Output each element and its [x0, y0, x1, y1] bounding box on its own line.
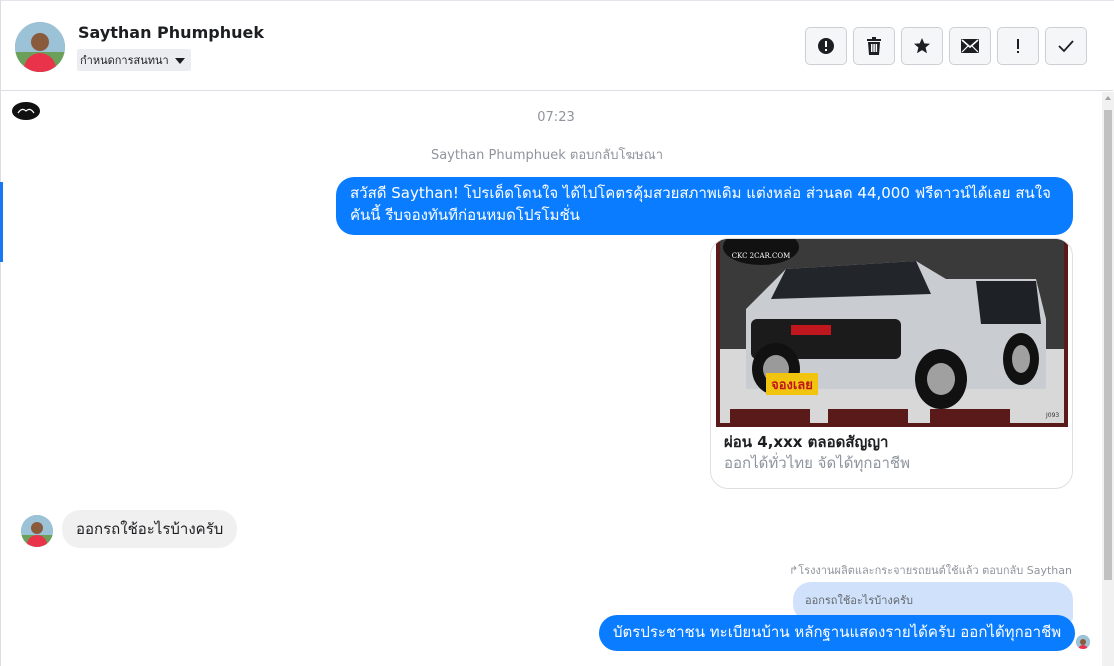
sender-avatar — [21, 515, 53, 547]
contact-avatar[interactable] — [15, 22, 65, 72]
ad-reply-notice: Saythan Phumphuek ตอบกลับโฆษณา — [430, 148, 664, 163]
contact-name[interactable]: Saythan Phumphuek — [78, 23, 264, 42]
seen-indicator-avatar — [1076, 635, 1090, 649]
outgoing-message[interactable]: บัตรประชาชน ทะเบียนบ้าน หลักฐานแสดงรายได… — [599, 615, 1076, 651]
ad-card[interactable]: CKC 2CAR.COM จองเลย J093 ผ่อน 4,xxx ตลอด… — [710, 238, 1073, 489]
caret-down-icon — [174, 58, 185, 64]
assign-conversation-dropdown[interactable]: กำหนดการสนทนา — [77, 49, 191, 71]
message-timestamp: 07:23 — [537, 110, 575, 125]
outgoing-message[interactable]: สวัสดี Saythan! โปรเด็ดโดนใจ ได้ไปโคตรคุ… — [336, 177, 1073, 235]
star-button[interactable] — [901, 27, 943, 65]
alert-circle-icon — [818, 38, 834, 54]
conversation-header: Saythan Phumphuek กำหนดการสนทนา — [1, 1, 1113, 91]
follow-up-button[interactable] — [997, 27, 1039, 65]
ad-car-image: CKC 2CAR.COM จองเลย J093 — [716, 239, 1068, 427]
reply-arrow-icon: ↱ — [789, 564, 799, 577]
ad-image-watermark: CKC 2CAR.COM — [732, 252, 791, 260]
scroll-up-arrow-icon[interactable] — [1105, 96, 1111, 100]
incoming-message[interactable]: ออกรถใช้อะไรบ้างครับ — [62, 510, 238, 548]
conversation-actions — [805, 27, 1087, 65]
envelope-icon — [961, 39, 979, 53]
thread-scrollbar[interactable] — [1102, 92, 1114, 666]
scrollbar-thumb[interactable] — [1104, 110, 1112, 580]
assign-conversation-label: กำหนดการสนทนา — [80, 54, 169, 67]
mark-done-button[interactable] — [1045, 27, 1087, 65]
mark-unread-button[interactable] — [949, 27, 991, 65]
trash-icon — [867, 37, 881, 55]
checkmark-icon — [1058, 40, 1074, 53]
ad-image-code: J093 — [1045, 412, 1059, 419]
exclamation-icon — [1017, 39, 1019, 53]
message-thread: 07:23 Saythan Phumphuek ตอบกลับโฆษณา สวั… — [1, 92, 1101, 666]
delete-button[interactable] — [853, 27, 895, 65]
reply-context-text: โรงงานผลิตและกระจายรถยนต์ใช้แล้ว ตอบกลับ… — [798, 564, 1072, 577]
spam-button[interactable] — [805, 27, 847, 65]
reply-context-label: ↱โรงงานผลิตและกระจายรถยนต์ใช้แล้ว ตอบกลั… — [789, 561, 1072, 579]
star-icon — [914, 38, 930, 54]
ad-image-stamp: จองเลย — [771, 378, 813, 393]
ad-card-subtitle: ออกได้ทั่วไทย จัดได้ทุกอาชีพ — [724, 454, 910, 472]
